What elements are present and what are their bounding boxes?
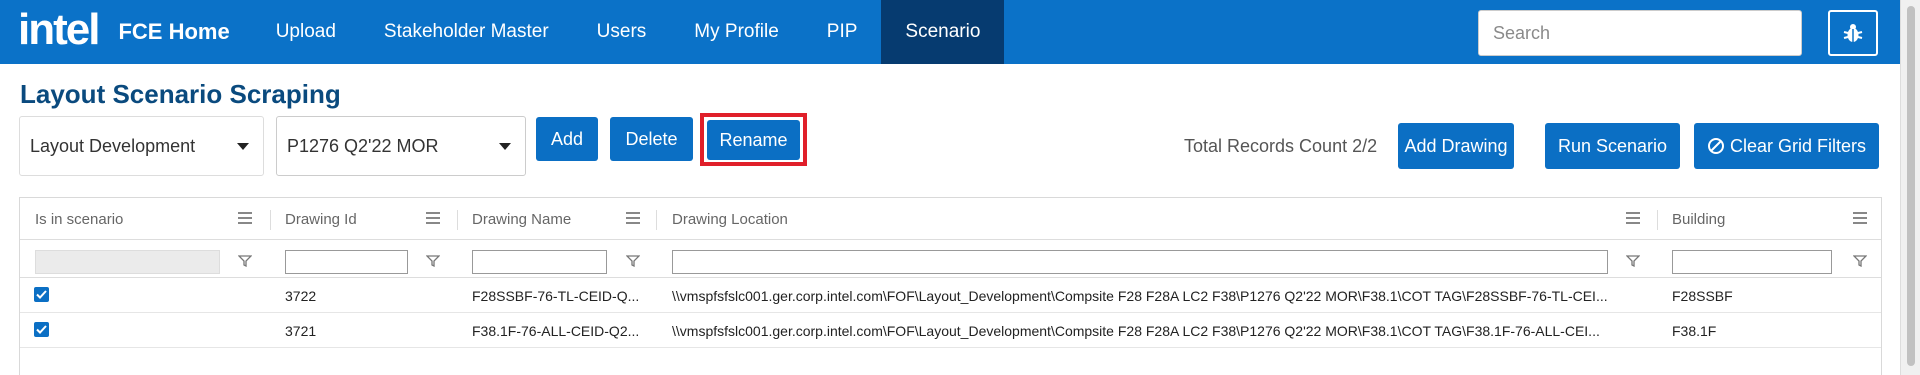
in-scenario-checkbox[interactable] [34,322,49,337]
vertical-scrollbar[interactable] [1900,0,1920,375]
rename-button[interactable]: Rename [707,120,800,160]
column-menu-icon[interactable] [1626,212,1640,224]
filter-input-building[interactable] [1672,250,1832,274]
bug-icon [1843,24,1863,42]
column-header-drawing-name[interactable]: Drawing Name [472,198,571,240]
column-header-building[interactable]: Building [1672,198,1725,240]
filter-icon[interactable] [238,255,252,267]
delete-button[interactable]: Delete [610,117,693,161]
report-bug-button[interactable] [1828,10,1878,56]
cell-drawing-location: \\vmspfsfslc001.ger.corp.intel.com\FOF\L… [672,322,1600,339]
cell-drawing-id: 3722 [285,287,317,304]
search-input[interactable] [1478,10,1802,56]
grid-filter-row [20,240,1881,278]
nav-item-my-profile[interactable]: My Profile [670,0,802,64]
run-scenario-button[interactable]: Run Scenario [1545,123,1680,169]
intel-logo[interactable]: intel [18,8,100,52]
filter-input-is-in-scenario [35,250,220,274]
clear-filter-icon [1707,138,1724,154]
nav-item-pip[interactable]: PIP [803,0,882,64]
filter-input-drawing-location[interactable] [672,250,1608,274]
main-nav: Upload Stakeholder Master Users My Profi… [252,0,1005,64]
add-button[interactable]: Add [536,117,598,161]
nav-item-upload[interactable]: Upload [252,0,360,64]
clear-grid-filters-button[interactable]: Clear Grid Filters [1694,123,1879,169]
chevron-down-icon [237,143,249,150]
table-row[interactable]: 3721 F38.1F-76-ALL-CEID-Q2... \\vmspfsfs… [20,313,1881,348]
cell-drawing-name: F28SSBF-76-TL-CEID-Q... [472,287,640,304]
nav-item-scenario[interactable]: Scenario [881,0,1005,64]
scenario-select[interactable]: P1276 Q2'22 MOR [276,116,526,176]
in-scenario-checkbox[interactable] [34,287,49,302]
chevron-down-icon [499,143,511,150]
app-title-fce-home[interactable]: FCE Home [118,19,229,45]
column-menu-icon[interactable] [426,212,440,224]
column-header-is-in-scenario[interactable]: Is in scenario [35,198,123,240]
column-menu-icon[interactable] [238,212,252,224]
cell-drawing-name: F38.1F-76-ALL-CEID-Q2... [472,322,640,339]
filter-icon[interactable] [1626,255,1640,267]
cell-drawing-id: 3721 [285,322,317,339]
filter-icon[interactable] [426,255,440,267]
layout-select[interactable]: Layout Development [19,116,264,176]
filter-input-drawing-name[interactable] [472,250,607,274]
cell-building: F28SSBF [1672,287,1733,304]
total-records-count: Total Records Count 2/2 [1184,136,1378,156]
checkmark-icon [36,325,47,334]
filter-icon[interactable] [626,255,640,267]
nav-item-users[interactable]: Users [573,0,671,64]
column-menu-icon[interactable] [1853,212,1867,224]
add-drawing-button[interactable]: Add Drawing [1398,123,1514,169]
table-row[interactable]: 3722 F28SSBF-76-TL-CEID-Q... \\vmspfsfsl… [20,278,1881,313]
drawings-grid: Is in scenario Drawing Id Drawing Name D… [19,197,1882,375]
brand: intel FCE Home [0,0,252,64]
scrollbar-thumb[interactable] [1907,6,1915,366]
checkmark-icon [36,290,47,299]
column-header-drawing-id[interactable]: Drawing Id [285,198,357,240]
cell-building: F38.1F [1672,322,1717,339]
column-menu-icon[interactable] [626,212,640,224]
filter-input-drawing-id[interactable] [285,250,408,274]
column-header-drawing-location[interactable]: Drawing Location [672,198,788,240]
page-title: Layout Scenario Scraping [20,79,341,109]
cell-drawing-location: \\vmspfsfslc001.ger.corp.intel.com\FOF\L… [672,287,1608,304]
layout-select-value: Layout Development [30,135,196,156]
nav-item-stakeholder-master[interactable]: Stakeholder Master [360,0,573,64]
clear-grid-filters-label: Clear Grid Filters [1729,135,1867,156]
filter-icon[interactable] [1853,255,1867,267]
scenario-select-value: P1276 Q2'22 MOR [287,135,439,156]
grid-header-row: Is in scenario Drawing Id Drawing Name D… [20,198,1881,240]
